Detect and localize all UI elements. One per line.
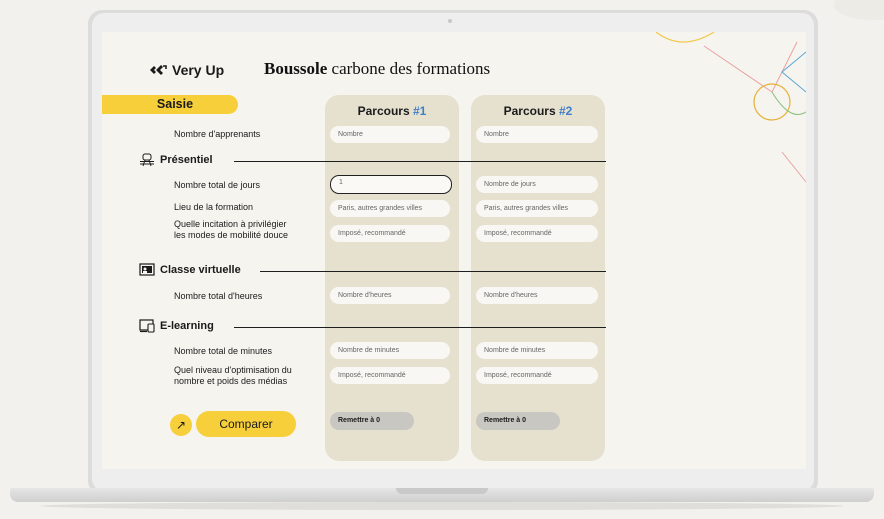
parcours-1-label: Parcours xyxy=(357,104,410,118)
app-screen: Very Up Boussole carbone des formations … xyxy=(102,32,806,469)
parcours-1-apprenants-input[interactable]: Nombre xyxy=(330,126,450,143)
parcours-1-title: Parcours #1 xyxy=(325,104,459,118)
parcours-2-optimisation-select[interactable]: Imposé, recommandé xyxy=(476,367,598,384)
parcours-2-heures-input[interactable]: Nombre d'heures xyxy=(476,287,598,304)
section-presentiel: Présentiel xyxy=(160,154,213,166)
parcours-1-minutes-input[interactable]: Nombre de minutes xyxy=(330,342,450,359)
parcours-2-apprenants-input[interactable]: Nombre xyxy=(476,126,598,143)
label-optimisation-line2: nombre et poids des médias xyxy=(174,376,288,386)
section-elearning: E-learning xyxy=(160,320,214,332)
title-bold: Boussole xyxy=(264,59,328,78)
arrow-icon[interactable]: ↗ xyxy=(170,414,192,436)
parcours-2-incitation-select[interactable]: Imposé, recommandé xyxy=(476,225,598,242)
parcours-1-optimisation-select[interactable]: Imposé, recommandé xyxy=(330,367,450,384)
parcours-2-column xyxy=(471,95,605,461)
divider-classe-virtuelle xyxy=(260,271,606,272)
parcours-2-minutes-input[interactable]: Nombre de minutes xyxy=(476,342,598,359)
parcours-1-number: #1 xyxy=(413,104,427,118)
parcours-1-jours-input[interactable]: 1 xyxy=(330,175,452,194)
brand-logo[interactable]: Very Up xyxy=(149,62,224,78)
tab-saisie[interactable]: Saisie xyxy=(102,95,238,114)
parcours-2-label: Parcours xyxy=(503,104,556,118)
parcours-2-reset-button[interactable]: Remettre à 0 xyxy=(476,412,560,430)
elearning-device-icon xyxy=(139,319,155,333)
label-optimisation-line1: Quel niveau d'optimisation du xyxy=(174,365,292,375)
label-incitation-line2: les modes de mobilité douce xyxy=(174,230,289,240)
parcours-1-reset-button[interactable]: Remettre à 0 xyxy=(330,412,414,430)
label-jours: Nombre total de jours xyxy=(174,180,261,190)
label-incitation-line1: Quelle incitation à privilégier xyxy=(174,219,287,229)
label-lieu: Lieu de la formation xyxy=(174,202,254,212)
divider-elearning xyxy=(234,327,606,328)
camera-icon xyxy=(448,19,452,23)
background-blob xyxy=(834,0,884,20)
train-icon xyxy=(140,153,154,167)
compare-button[interactable]: Comparer xyxy=(196,411,296,437)
parcours-2-title: Parcours #2 xyxy=(471,104,605,118)
page-title: Boussole carbone des formations xyxy=(264,59,490,79)
decorative-shapes xyxy=(655,32,806,183)
label-apprenants: Nombre d'apprenants xyxy=(174,129,261,139)
label-minutes: Nombre total de minutes xyxy=(174,346,273,356)
laptop-shadow xyxy=(40,502,844,510)
brand-name: Very Up xyxy=(172,62,225,78)
title-rest: carbone des formations xyxy=(327,59,491,78)
label-heures: Nombre total d'heures xyxy=(174,291,263,301)
parcours-2-number: #2 xyxy=(559,104,573,118)
laptop-notch xyxy=(396,488,488,494)
section-classe-virtuelle: Classe virtuelle xyxy=(160,264,241,276)
parcours-2-jours-input[interactable]: Nombre de jours xyxy=(476,176,598,193)
parcours-1-column xyxy=(325,95,459,461)
virtual-class-icon xyxy=(139,263,155,276)
parcours-2-lieu-select[interactable]: Paris, autres grandes villes xyxy=(476,200,598,217)
parcours-1-heures-input[interactable]: Nombre d'heures xyxy=(330,287,450,304)
parcours-1-lieu-select[interactable]: Paris, autres grandes villes xyxy=(330,200,450,217)
divider-presentiel xyxy=(234,161,606,162)
very-up-logo-icon xyxy=(150,65,167,75)
parcours-1-incitation-select[interactable]: Imposé, recommandé xyxy=(330,225,450,242)
